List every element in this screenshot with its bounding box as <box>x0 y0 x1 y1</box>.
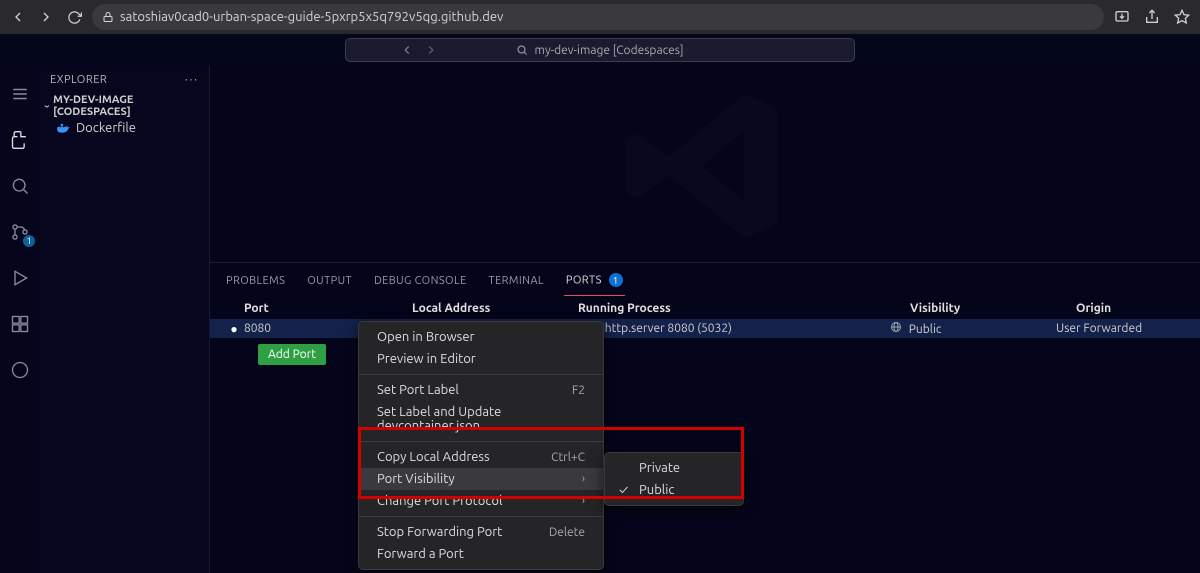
sidebar-section[interactable]: › MY-DEV-IMAGE [CODESPACES] <box>40 94 209 118</box>
vscode-watermark <box>210 66 1200 266</box>
tab-ports[interactable]: PORTS 1 <box>564 269 625 296</box>
ctx-open-browser[interactable]: Open in Browser <box>359 326 603 348</box>
visibility-text: Public <box>909 323 942 336</box>
ctx-change-protocol[interactable]: Change Port Protocol › <box>359 490 603 512</box>
github-icon[interactable] <box>8 358 32 382</box>
origin-cell: User Forwarded <box>1056 322 1186 335</box>
running-process-cell: hon3 -m http.server 8080 (5032) <box>558 322 890 335</box>
col-vis: Visibility <box>910 302 1076 315</box>
scm-badge: 1 <box>23 235 35 247</box>
col-port: Port <box>244 302 412 315</box>
file-item[interactable]: Dockerfile <box>40 118 209 138</box>
extensions-icon[interactable] <box>8 312 32 336</box>
menu-icon[interactable] <box>8 82 32 106</box>
command-center-label: my-dev-image [Codespaces] <box>534 44 683 57</box>
tab-output[interactable]: OUTPUT <box>305 271 354 295</box>
chevron-right-icon: › <box>582 473 585 485</box>
source-control-icon[interactable]: 1 <box>8 220 32 244</box>
nav-forward-icon[interactable] <box>424 43 438 57</box>
panel-tabs: PROBLEMS OUTPUT DEBUG CONSOLE TERMINAL P… <box>210 263 1200 296</box>
ctx-set-devcontainer[interactable]: Set Label and Update devcontainer.json <box>359 401 603 437</box>
url-bar[interactable]: satoshiav0cad0-urban-space-guide-5pxrp5x… <box>92 4 1104 30</box>
run-debug-icon[interactable] <box>8 266 32 290</box>
chevron-down-icon: › <box>42 104 53 107</box>
ctx-preview-editor[interactable]: Preview in Editor <box>359 348 603 370</box>
activity-bar: 1 <box>0 66 40 573</box>
ctx-set-label-key: F2 <box>572 384 585 397</box>
separator <box>359 516 603 517</box>
forward-button[interactable] <box>36 7 56 27</box>
ctx-stop-forward-label: Stop Forwarding Port <box>377 525 502 539</box>
col-local: Local Address <box>412 302 578 315</box>
explorer-icon[interactable] <box>8 128 32 152</box>
reload-button[interactable] <box>64 7 84 27</box>
back-button[interactable] <box>8 7 28 27</box>
separator <box>359 441 603 442</box>
share-icon[interactable] <box>1142 7 1162 27</box>
file-name: Dockerfile <box>76 121 136 135</box>
separator <box>359 374 603 375</box>
ctx-open-browser-label: Open in Browser <box>377 330 474 344</box>
submenu-private-label: Private <box>639 461 680 475</box>
tab-ports-label: PORTS <box>566 275 602 287</box>
install-app-icon[interactable] <box>1112 7 1132 27</box>
bookmark-star-icon[interactable] <box>1172 7 1192 27</box>
ctx-stop-forward[interactable]: Stop Forwarding Port Delete <box>359 521 603 543</box>
check-icon: ✓ <box>619 483 631 497</box>
tab-debug-console[interactable]: DEBUG CONSOLE <box>372 271 469 295</box>
col-proc: Running Process <box>578 302 910 315</box>
ctx-port-visibility[interactable]: Port Visibility › <box>359 468 603 490</box>
col-origin: Origin <box>1076 302 1186 315</box>
submenu-public[interactable]: ✓ Public <box>605 479 743 501</box>
search-icon <box>516 44 528 56</box>
globe-icon <box>890 323 905 336</box>
sidebar-title: EXPLORER <box>50 74 107 86</box>
ctx-forward-port[interactable]: Forward a Port <box>359 543 603 565</box>
context-menu: Open in Browser Preview in Editor Set Po… <box>358 321 604 570</box>
url-text: satoshiav0cad0-urban-space-guide-5pxrp5x… <box>120 10 503 24</box>
sidebar: EXPLORER ··· › MY-DEV-IMAGE [CODESPACES]… <box>40 66 210 573</box>
more-icon[interactable]: ··· <box>185 74 199 86</box>
submenu-private[interactable]: Private <box>605 457 743 479</box>
ctx-forward-port-label: Forward a Port <box>377 547 464 561</box>
ctx-change-protocol-label: Change Port Protocol <box>377 494 502 508</box>
ctx-stop-forward-key: Delete <box>549 526 585 539</box>
docker-file-icon <box>56 121 70 135</box>
submenu-public-label: Public <box>639 483 674 497</box>
add-port-button[interactable]: Add Port <box>258 344 326 365</box>
ctx-port-visibility-label: Port Visibility <box>377 472 455 486</box>
ctx-preview-editor-label: Preview in Editor <box>377 352 476 366</box>
tab-terminal[interactable]: TERMINAL <box>487 271 546 295</box>
tab-problems[interactable]: PROBLEMS <box>224 271 287 295</box>
chevron-right-icon: › <box>582 495 585 507</box>
ports-badge: 1 <box>609 273 623 287</box>
port-status-dot: ● <box>224 322 244 336</box>
ctx-set-label[interactable]: Set Port Label F2 <box>359 379 603 401</box>
visibility-submenu: Private ✓ Public <box>604 452 744 506</box>
ctx-set-label-text: Set Port Label <box>377 383 459 397</box>
ctx-copy-local[interactable]: Copy Local Address Ctrl+C <box>359 446 603 468</box>
lock-icon <box>102 11 114 23</box>
ctx-copy-local-label: Copy Local Address <box>377 450 490 464</box>
browser-chrome: satoshiav0cad0-urban-space-guide-5pxrp5x… <box>0 0 1200 34</box>
search-activity-icon[interactable] <box>8 174 32 198</box>
nav-back-icon[interactable] <box>400 43 414 57</box>
ctx-copy-local-key: Ctrl+C <box>551 451 585 464</box>
visibility-cell: Public <box>890 321 1056 336</box>
section-label: MY-DEV-IMAGE [CODESPACES] <box>53 94 203 118</box>
ports-header: Port Local Address Running Process Visib… <box>210 296 1200 319</box>
ctx-set-devcontainer-label: Set Label and Update devcontainer.json <box>377 405 585 433</box>
vscode-titlebar: my-dev-image [Codespaces] <box>0 34 1200 66</box>
